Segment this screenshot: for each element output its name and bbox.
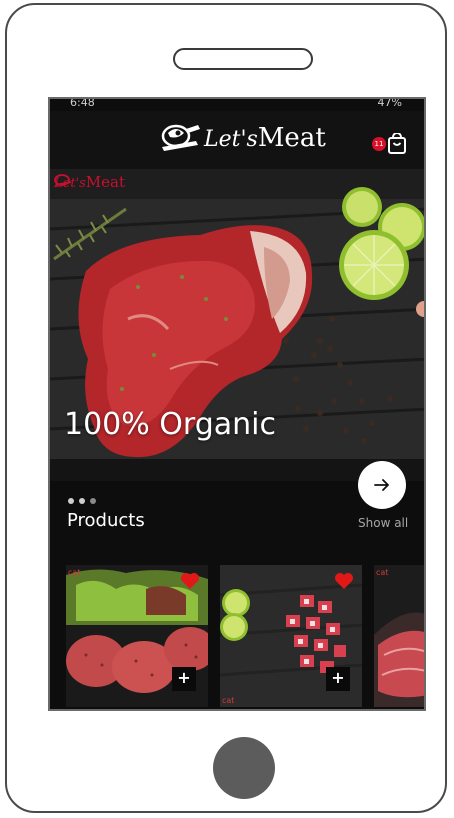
hero-banner[interactable]: Let'sMeat 100% Organic [50,169,424,481]
product-tag: cat [68,568,81,577]
product-card[interactable]: cat + [220,565,362,707]
app-header: Let'sMeat 11 [50,111,424,169]
status-time: 6:48 [70,99,95,109]
heart-icon[interactable] [180,572,200,590]
hero-brand-icon [54,174,72,186]
hero-brand-word: Meat [85,173,126,191]
product-card[interactable]: cat [374,565,424,707]
product-card[interactable]: cat + [66,565,208,707]
show-all-link[interactable]: Show all [358,516,408,530]
product-image [374,565,424,707]
carousel-dots [68,498,96,504]
add-to-cart-button[interactable]: + [326,667,350,691]
arrow-right-icon [374,479,389,491]
hero-title: 100% Organic [64,407,276,442]
logo-script: Let's [204,127,258,152]
product-tag: cat [222,696,235,705]
home-button[interactable] [213,737,275,799]
logo-word: Meat [257,123,326,153]
hero-brand-logo: Let'sMeat [54,173,125,191]
next-slide-button[interactable] [358,461,406,509]
cart-button[interactable]: 11 [370,133,414,157]
carousel-dot[interactable] [68,498,74,504]
app-logo[interactable]: Let'sMeat [158,121,326,155]
app-screen: 6:48 47% Let'sMeat 11 Let'sMeat 100% Org… [48,97,426,711]
shopping-bag-icon [388,133,406,154]
products-title: Products [67,510,145,531]
add-to-cart-button[interactable]: + [172,667,196,691]
status-battery: 47% [377,99,402,109]
carousel-dot-active[interactable] [90,498,96,504]
phone-speaker [173,48,313,70]
status-bar: 6:48 47% [50,99,424,111]
cart-count-badge: 11 [372,137,386,151]
carousel-dot[interactable] [79,498,85,504]
product-tag: cat [376,568,389,577]
logo-icon [161,124,200,151]
heart-icon[interactable] [334,572,354,590]
